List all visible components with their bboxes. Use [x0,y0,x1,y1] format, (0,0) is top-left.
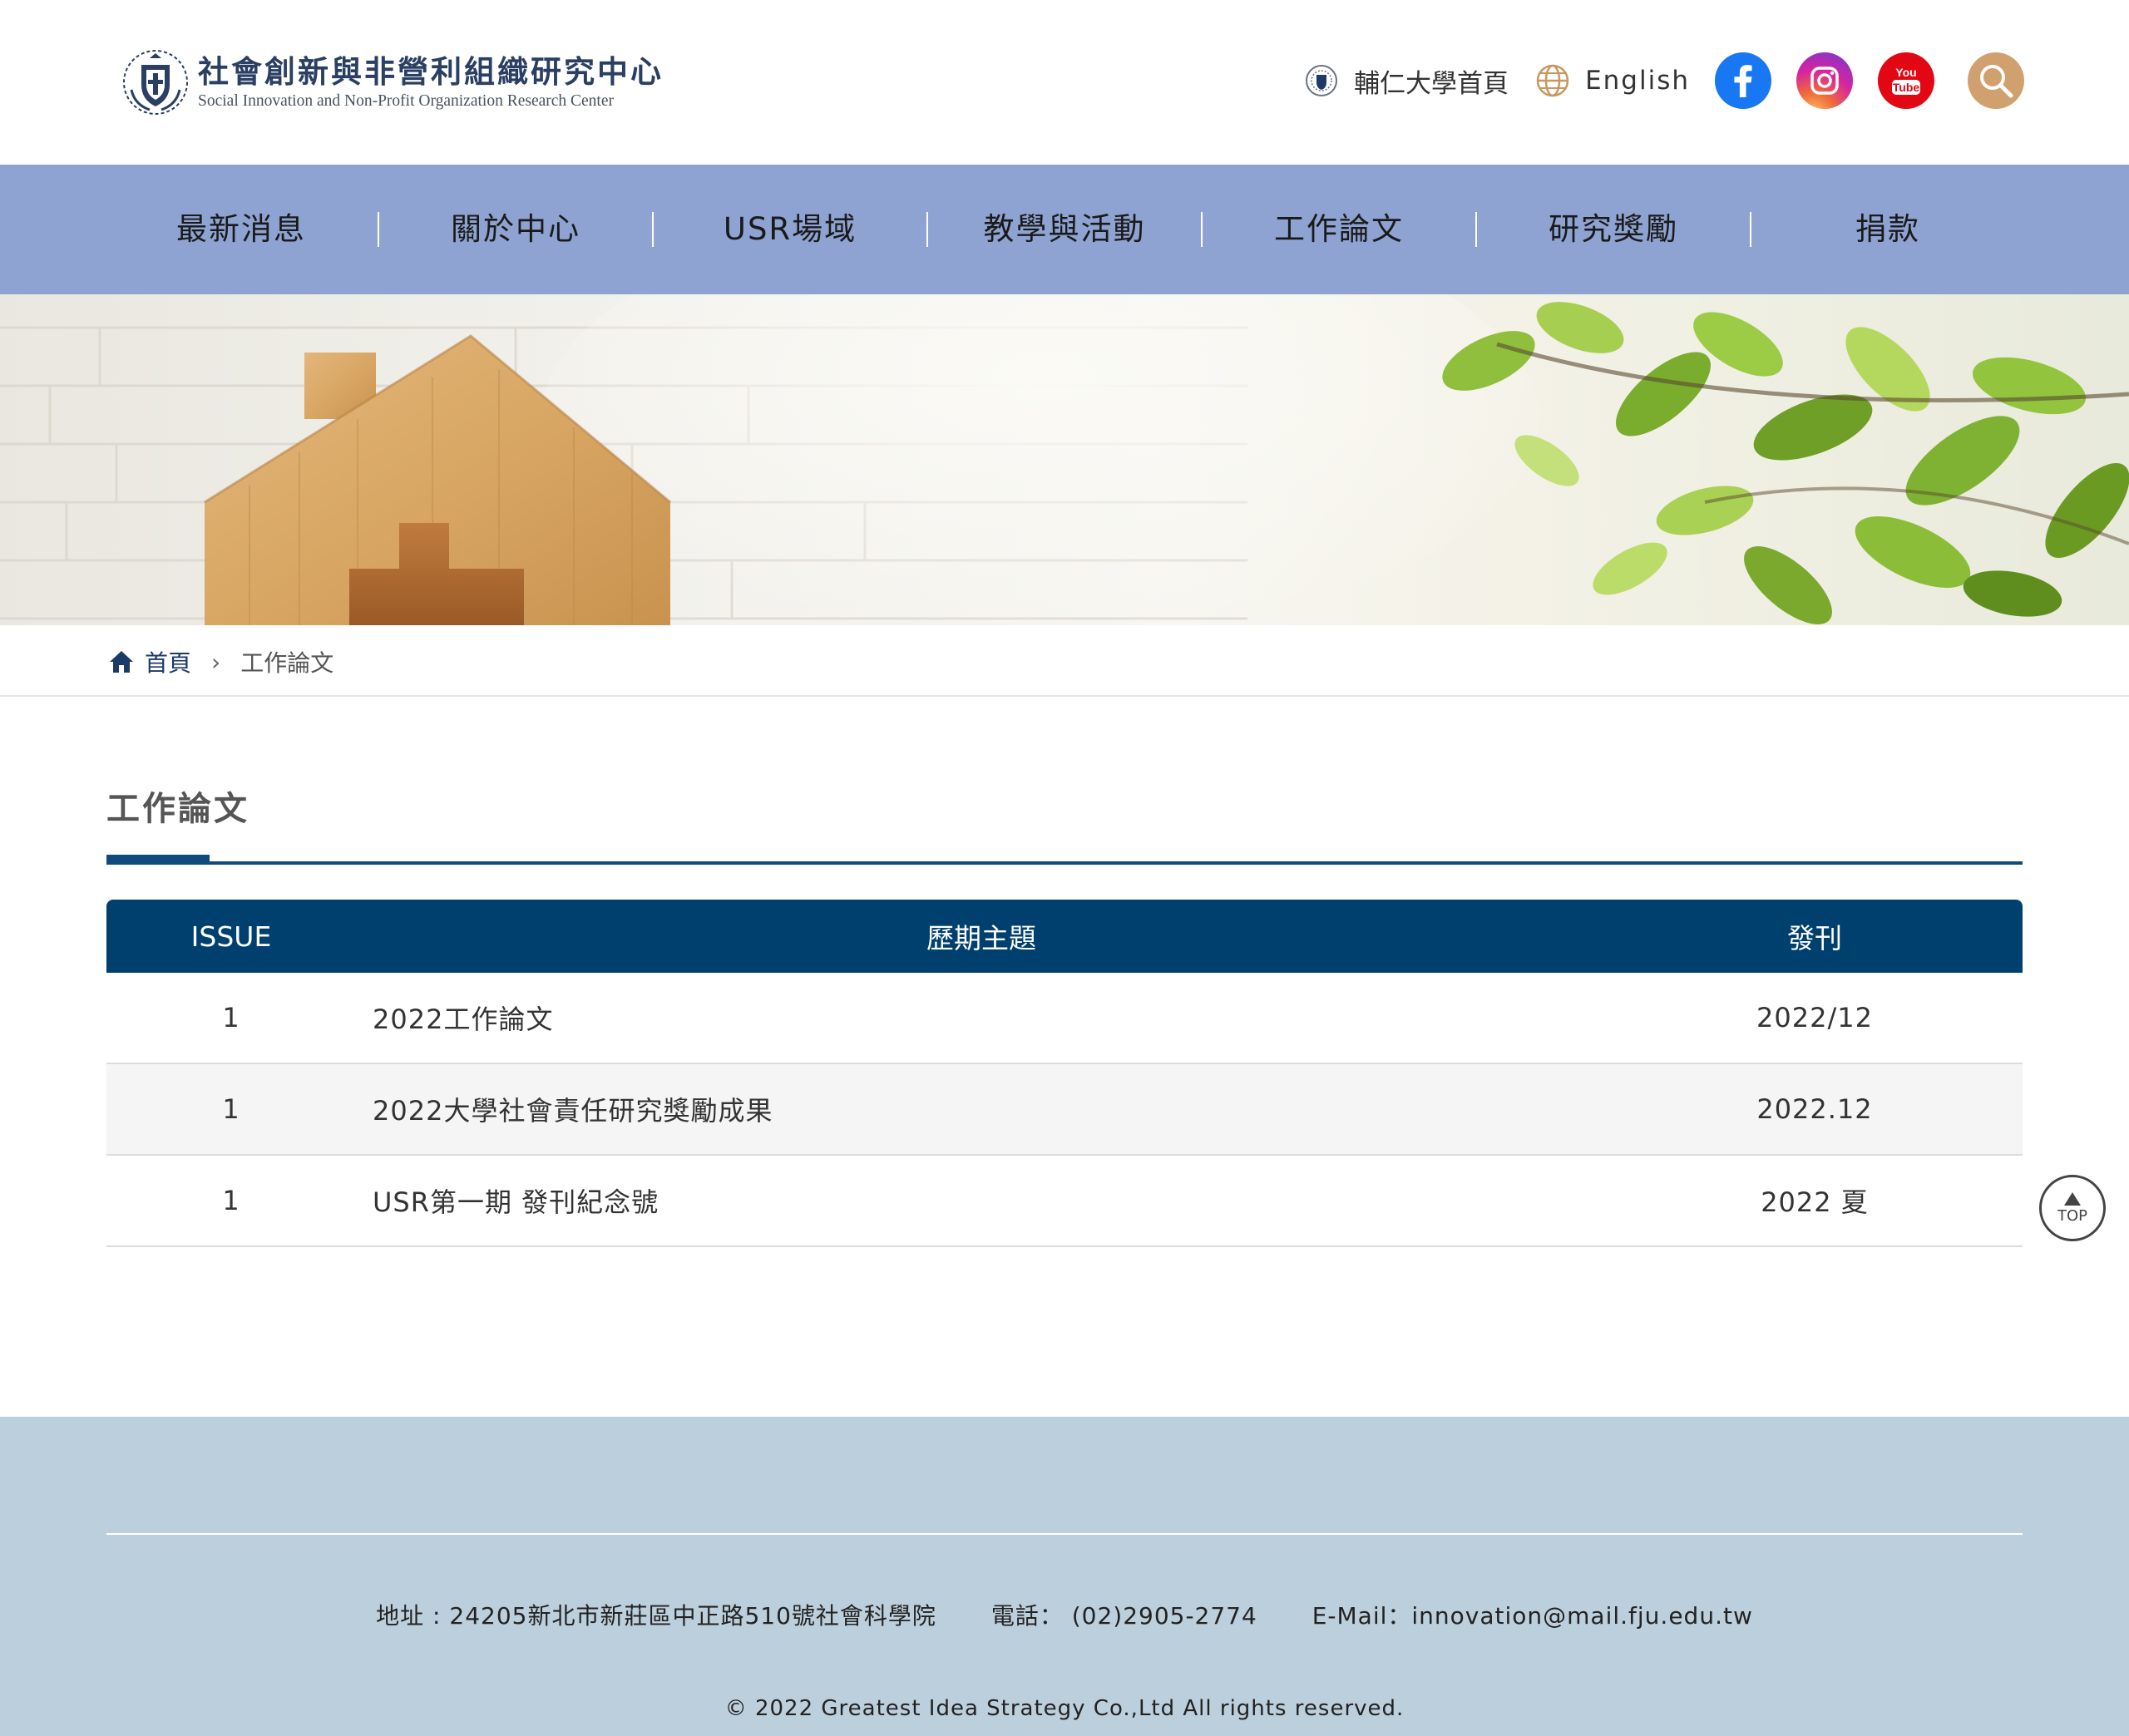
nav-item-teaching[interactable]: 教學與活動 [928,165,1201,294]
cell-date: 2022 夏 [1761,1186,1869,1218]
nav-item-usr[interactable]: USR場域 [654,165,926,294]
breadcrumb-divider [0,695,2129,697]
footer-contact: 地址 : 24205新北市新莊區中正路510號社會科學院 電話： (02)290… [0,1598,2129,1631]
nav-item-papers[interactable]: 工作論文 [1203,165,1475,294]
table-row[interactable]: 1 USR第一期 發刊紀念號 2022 夏 [106,1156,2023,1247]
column-header-date: 發刊 [1787,922,1842,954]
back-to-top-button[interactable]: TOP [2039,1175,2106,1241]
breadcrumb-current: 工作論文 [240,649,334,677]
cell-topic-link[interactable]: 2022工作論文 [356,999,1607,1037]
arrow-up-icon [2064,1191,2081,1206]
chevron-right-icon: › [211,648,221,676]
title-underline [106,861,2023,865]
english-link[interactable]: English [1535,63,1690,98]
nav-item-news[interactable]: 最新消息 [105,165,378,294]
page-title: 工作論文 [106,790,249,828]
site-header: 社會創新與非營利組織研究中心 Social Innovation and Non… [0,0,2129,165]
cell-date: 2022/12 [1756,1002,1873,1033]
youtube-button[interactable]: You Tube [1878,52,1934,109]
footer-email-link[interactable]: E-Mail：innovation@mail.fju.edu.tw [1312,1602,1753,1630]
fju-home-label: 輔仁大學首頁 [1354,68,1509,99]
footer-phone: 電話： (02)2905-2774 [990,1602,1257,1630]
fju-home-link[interactable]: 輔仁大學首頁 [1304,62,1509,100]
english-label: English [1585,66,1690,96]
cell-issue: 1 [222,1002,240,1033]
instagram-icon [1810,67,1839,95]
title-underline-accent [106,855,210,865]
breadcrumb-home-label: 首頁 [145,649,192,677]
nav-item-research-awards[interactable]: 研究獎勵 [1477,165,1750,294]
breadcrumb: 首頁 › 工作論文 [108,645,333,678]
youtube-text-you: You [1895,66,1916,79]
cell-issue: 1 [222,1093,240,1125]
table-header: ISSUE 歷期主題 發刊 [106,900,2023,973]
facebook-button[interactable] [1715,52,1771,109]
cell-date: 2022.12 [1756,1093,1873,1125]
logo-subtitle: Social Innovation and Non-Profit Organiz… [198,92,615,110]
search-button[interactable] [1968,52,2024,109]
nav-item-about[interactable]: 關於中心 [379,165,652,294]
footer-address: 地址 : 24205新北市新莊區中正路510號社會科學院 [376,1602,936,1630]
site-logo[interactable]: 社會創新與非營利組織研究中心 Social Innovation and Non… [121,48,664,116]
footer-divider [106,1533,2023,1535]
nav-item-donate[interactable]: 捐款 [1751,165,2024,294]
papers-table: ISSUE 歷期主題 發刊 1 2022工作論文 2022/12 1 2022大… [106,900,2023,1247]
university-emblem-icon [123,50,188,115]
table-row[interactable]: 1 2022工作論文 2022/12 [106,973,2023,1064]
breadcrumb-home-link[interactable]: 首頁 [108,645,191,678]
search-icon [1980,65,2013,98]
youtube-icon: You Tube [1892,66,1920,95]
cell-topic-link[interactable]: USR第一期 發刊紀念號 [356,1181,1607,1220]
column-header-topic: 歷期主題 [926,922,1036,954]
instagram-button[interactable] [1796,52,1853,109]
page-banner [0,294,2129,625]
back-to-top-label: TOP [2057,1206,2088,1225]
facebook-icon [1734,65,1752,97]
banner-illustration [0,294,2129,625]
cell-issue: 1 [222,1185,240,1216]
footer-copyright: © 2022 Greatest Idea Strategy Co.,Ltd Al… [724,1696,1405,1721]
youtube-text-tube: Tube [1893,81,1920,94]
globe-icon [1536,64,1569,97]
utility-links: 輔仁大學首頁 English You Tube [1304,52,2024,110]
logo-title: 社會創新與非營利組織研究中心 [198,53,664,90]
cell-topic-link[interactable]: 2022大學社會責任研究獎勵成果 [356,1090,1607,1128]
home-icon [110,651,133,673]
main-nav: 最新消息 關於中心 USR場域 教學與活動 工作論文 研究獎勵 捐款 [0,165,2129,294]
table-row[interactable]: 1 2022大學社會責任研究獎勵成果 2022.12 [106,1064,2023,1156]
fju-seal-icon [1306,65,1338,96]
column-header-issue: ISSUE [190,920,272,953]
site-footer: 地址 : 24205新北市新莊區中正路510號社會科學院 電話： (02)290… [0,1417,2129,1736]
